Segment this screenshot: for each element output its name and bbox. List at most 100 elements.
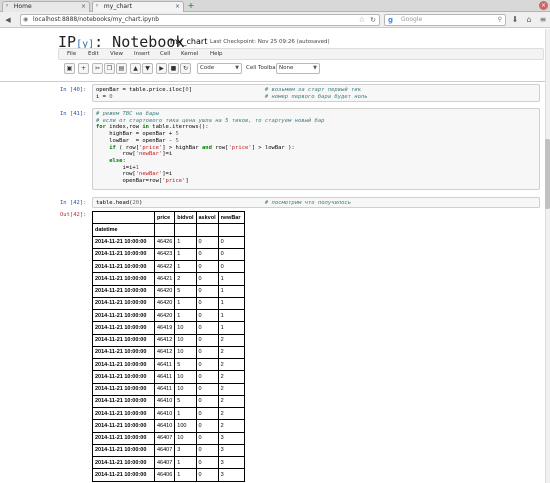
table-cell: 46407 [153,443,176,458]
reload-icon[interactable]: ↻ [370,15,376,25]
table-cell: 46419 [153,321,176,335]
code-line: for index,row in table.iterrows(): [96,124,209,131]
search-icon[interactable]: ⚲ [498,15,502,25]
code-cell-41[interactable]: # режем ТВС на бары # если от стартового… [92,108,540,190]
dataframe-table: price bidvol askvol newBar datetime 2014… [92,211,245,482]
download-icon[interactable]: ⬇ [510,15,520,25]
row-index-cell: 2014-11-21 10:00:00 [92,308,155,323]
table-cell: 0 [195,443,219,458]
output-prompt: Out[42]: [60,212,87,218]
bookmark-star-icon[interactable]: ☆ [359,15,365,25]
home-icon[interactable]: ⌂ [524,15,534,25]
code-line: row['newBar']=i [96,171,173,178]
back-arrow-icon[interactable]: ◀ [3,15,13,25]
table-row: 2014-11-21 10:00:00 46410 100 0 2 [92,419,245,433]
row-index-cell: 2014-11-21 10:00:00 [92,431,155,445]
code-comment: # режем ТВС на бары [96,111,159,117]
page-scrollbar[interactable] [545,29,550,483]
checkpoint-status: Last Checkpoint: Nov 25 09:26 (autosaved… [210,39,330,45]
code-cell-42[interactable]: table.head(20) # посмотрим что получилос… [92,197,540,208]
column-header [92,211,155,225]
run-icon[interactable]: ▶ [156,63,167,74]
code-comment: # возьмем за старт первый тик [264,87,361,93]
empty-header-cell [195,223,219,237]
table-cell: 10 [174,345,197,360]
save-icon[interactable]: ▣ [64,63,75,74]
table-row: 2014-11-21 10:00:00 46420 1 0 1 [92,296,245,311]
new-tab-button[interactable]: + [186,2,196,11]
table-cell: 0 [217,259,245,274]
row-index-cell: 2014-11-21 10:00:00 [92,296,155,311]
table-cell: 0 [195,431,219,445]
table-cell: 0 [195,272,219,286]
stop-icon[interactable]: ■ [168,63,179,74]
table-cell: 0 [195,468,219,482]
code-comment: # номер первого бара будет ноль [264,93,368,100]
table-cell: 0 [195,419,219,433]
empty-header-cell [153,223,176,237]
scrollbar-thumb[interactable] [545,139,550,209]
cell-type-value: Code [200,65,215,71]
tab-bar: ʸ Home × ʸ my_chart × + × [0,0,550,12]
table-cell: 0 [217,247,245,262]
menu-edit[interactable]: Edit [88,49,99,60]
table-row: 2014-11-21 10:00:00 46412 10 0 2 [92,333,245,347]
row-index-cell: 2014-11-21 10:00:00 [92,455,155,470]
row-index-cell: 2014-11-21 10:00:00 [92,406,155,421]
table-cell: 10 [174,370,197,384]
code-comment: # если от стартового тика цена ушла на 5… [96,117,325,124]
notebook-title[interactable]: my_chart [170,37,207,47]
menu-help[interactable]: Help [210,49,223,60]
table-cell: 46412 [153,345,176,360]
table-cell: 1 [174,308,197,323]
table-row: 2014-11-21 10:00:00 46411 5 0 2 [92,357,245,372]
menu-insert[interactable]: Insert [134,49,150,60]
cell-type-select[interactable]: Code ▼ [197,63,242,74]
cell-toolbar-select[interactable]: None ▼ [276,63,320,74]
table-row: 2014-11-21 10:00:00 46423 1 0 0 [92,247,245,262]
restart-icon[interactable]: ↻ [180,63,191,74]
table-cell: 100 [174,419,197,433]
tab-my-chart[interactable]: ʸ my_chart × [92,1,184,12]
table-cell: 1 [174,259,197,274]
move-up-icon[interactable]: ▲ [130,63,141,74]
code-cell-40[interactable]: openBar = table.price.iloc[0] # возьмем … [92,84,540,102]
table-cell: 0 [195,296,219,311]
menu-icon[interactable]: ≡ [538,15,548,25]
menu-view[interactable]: View [110,49,123,60]
add-cell-icon[interactable]: + [78,63,89,74]
table-cell: 1 [217,284,245,298]
table-cell: 3 [174,443,197,458]
tab-home[interactable]: ʸ Home × [2,1,90,12]
row-index-cell: 2014-11-21 10:00:00 [92,443,155,458]
window-close-icon[interactable]: × [539,1,548,10]
menu-cell[interactable]: Cell [160,49,170,60]
index-name: datetime [92,223,155,237]
row-index-cell: 2014-11-21 10:00:00 [92,259,155,274]
copy-icon[interactable]: ❐ [104,63,115,74]
table-cell: 0 [195,382,219,396]
table-cell: 0 [195,370,219,384]
table-cell: 2 [217,406,245,421]
url-bar[interactable]: ◉ localhost:8888/notebooks/my_chart.ipyn… [20,14,380,26]
table-cell: 10 [174,333,197,347]
row-index-cell: 2014-11-21 10:00:00 [92,321,155,335]
globe-icon: ◉ [23,16,29,23]
move-down-icon[interactable]: ▼ [142,63,153,74]
notebook-toolbar: ▣ + ✂ ❐ ▤ ▲ ▼ ▶ ■ ↻ Code ▼ Cell Toolbar:… [58,62,544,77]
google-icon: g [388,16,394,24]
index-name-row: datetime [92,223,245,237]
paste-icon[interactable]: ▤ [116,63,127,74]
code-line: row['newBar']=i [96,151,173,158]
close-tab-icon[interactable]: × [175,2,180,12]
code-comment: # посмотрим что получилось [264,200,351,206]
cut-icon[interactable]: ✂ [92,63,103,74]
menu-kernel[interactable]: Kernel [181,49,198,60]
menu-file[interactable]: File [67,49,76,60]
table-cell: 0 [195,394,219,409]
code-line: if ( row['price'] > highBar and row['pri… [109,144,295,151]
close-tab-icon[interactable]: × [81,2,86,12]
row-index-cell: 2014-11-21 10:00:00 [92,394,155,409]
table-cell: 1 [174,296,197,311]
search-input[interactable]: g Google ⚲ [384,14,506,26]
